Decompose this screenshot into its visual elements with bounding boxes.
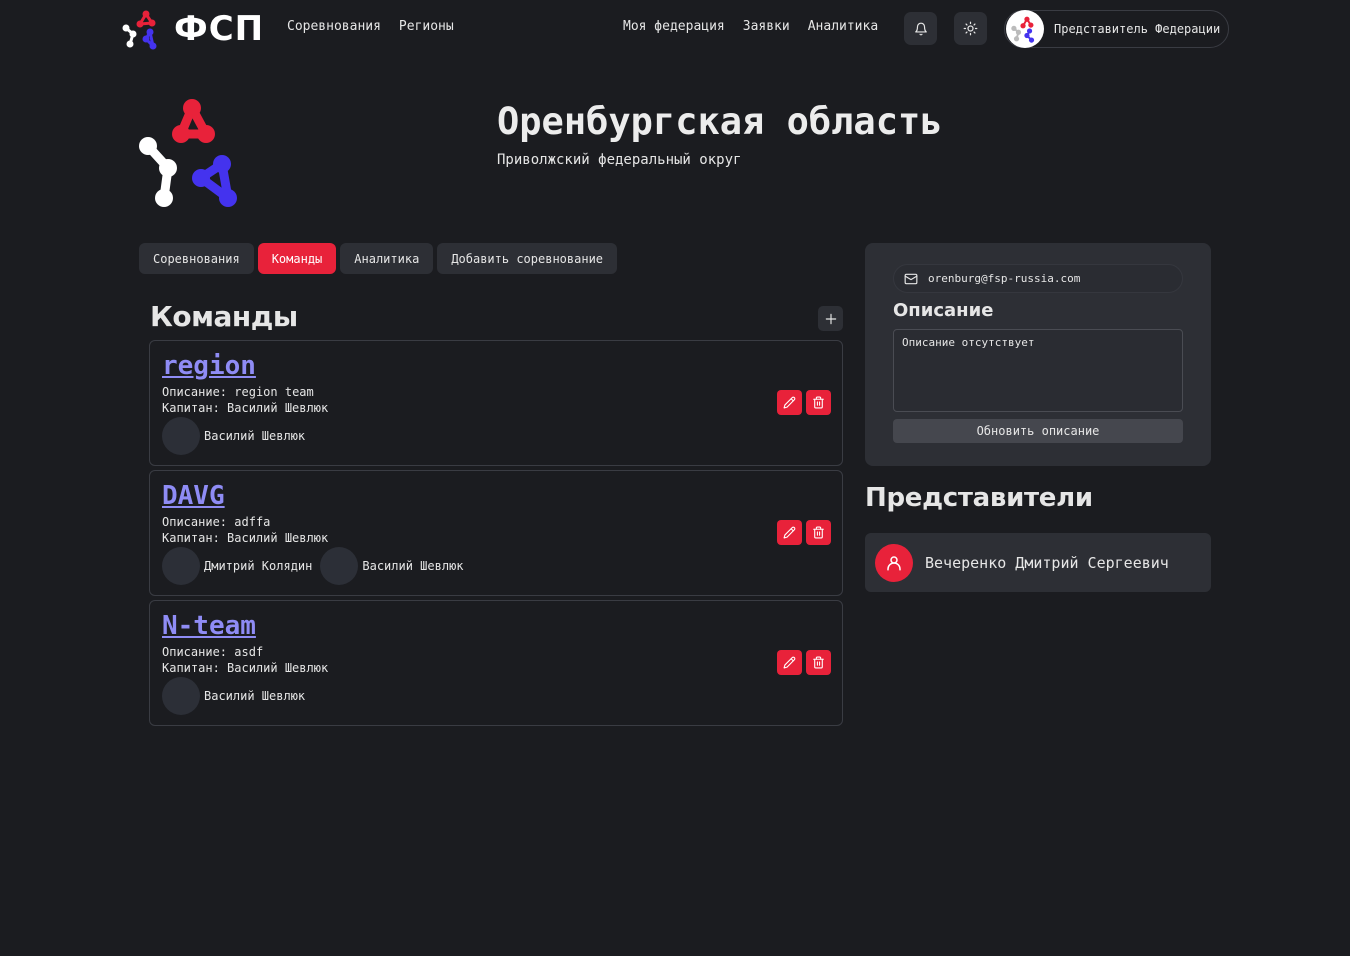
description-textarea[interactable]: Описание отсутствует xyxy=(893,329,1183,412)
pencil-icon xyxy=(783,656,796,669)
tab-add-competition[interactable]: Добавить соревнование xyxy=(437,243,618,274)
team-member[interactable]: Василий Шевлюк xyxy=(162,417,305,455)
tab-competitions[interactable]: Соревнования xyxy=(139,243,254,274)
edit-team-button[interactable] xyxy=(777,520,802,545)
delete-team-button[interactable] xyxy=(806,650,831,675)
team-member[interactable]: Василий Шевлюк xyxy=(320,547,464,585)
team-name-link[interactable]: N-team xyxy=(162,611,256,641)
trash-icon xyxy=(813,396,824,409)
main-nav: Соревнования Регионы xyxy=(287,19,454,34)
brand-home-link[interactable]: ФСП xyxy=(120,6,264,52)
email-address: orenburg@fsp-russia.com xyxy=(928,272,1081,285)
tab-analytics[interactable]: Аналитика xyxy=(340,243,434,274)
delete-team-button[interactable] xyxy=(806,390,831,415)
brand-name: ФСП xyxy=(174,9,265,49)
avatar xyxy=(162,417,200,455)
avatar xyxy=(320,547,359,585)
region-logo-icon xyxy=(139,99,237,207)
nav-link-my-federation[interactable]: Моя федерация xyxy=(623,19,725,34)
team-captain: Капитан: Василий Шевлюк xyxy=(162,531,329,545)
nav-link-regions[interactable]: Регионы xyxy=(399,19,454,34)
update-description-button[interactable]: Обновить описание xyxy=(893,419,1183,443)
trash-icon xyxy=(813,526,824,539)
team-card: region Описание: region team Капитан: Ва… xyxy=(149,340,843,466)
team-description: Описание: asdf xyxy=(162,645,264,659)
region-info-panel: orenburg@fsp-russia.com Описание Описани… xyxy=(865,243,1211,466)
team-card: N-team Описание: asdf Капитан: Василий Ш… xyxy=(149,600,843,726)
mail-icon xyxy=(904,273,918,284)
user-icon xyxy=(887,555,901,570)
avatar xyxy=(162,677,200,715)
email-contact[interactable]: orenburg@fsp-russia.com xyxy=(893,264,1183,293)
description-heading: Описание xyxy=(893,300,994,321)
user-avatar xyxy=(1006,10,1044,48)
pencil-icon xyxy=(783,396,796,409)
nav-link-analytics[interactable]: Аналитика xyxy=(808,19,878,34)
team-name-link[interactable]: region xyxy=(162,351,256,381)
delete-team-button[interactable] xyxy=(806,520,831,545)
plus-icon xyxy=(825,313,836,324)
theme-toggle-button[interactable] xyxy=(954,12,987,45)
member-name: Василий Шевлюк xyxy=(204,429,306,443)
fsp-logo-icon xyxy=(122,10,157,50)
user-profile-menu[interactable]: Представитель Федерации xyxy=(1004,10,1229,48)
region-tabs: Соревнования Команды Аналитика Добавить … xyxy=(139,243,618,274)
region-title: Оренбургская область xyxy=(497,100,943,143)
team-captain: Капитан: Василий Шевлюк xyxy=(162,401,329,415)
notifications-button[interactable] xyxy=(904,12,937,45)
fsp-logo-icon xyxy=(1011,16,1035,43)
team-member[interactable]: Дмитрий Колядин xyxy=(162,547,312,585)
team-name-link[interactable]: DAVG xyxy=(162,481,225,511)
avatar xyxy=(162,547,200,585)
edit-team-button[interactable] xyxy=(777,390,802,415)
representatives-heading: Представители xyxy=(865,483,1093,513)
trash-icon xyxy=(813,656,824,669)
team-member[interactable]: Василий Шевлюк xyxy=(162,677,305,715)
avatar xyxy=(875,543,913,582)
representative-card[interactable]: Вечеренко Дмитрий Сергеевич xyxy=(865,533,1211,592)
user-nav: Моя федерация Заявки Аналитика xyxy=(623,19,878,34)
member-name: Василий Шевлюк xyxy=(362,559,464,573)
tab-teams[interactable]: Команды xyxy=(257,243,337,274)
team-captain: Капитан: Василий Шевлюк xyxy=(162,661,329,675)
team-description: Описание: adffa xyxy=(162,515,271,529)
team-members: Василий Шевлюк xyxy=(162,677,305,715)
team-description: Описание: region team xyxy=(162,385,314,399)
user-role-label: Представитель Федерации xyxy=(1054,22,1221,36)
edit-team-button[interactable] xyxy=(777,650,802,675)
member-name: Василий Шевлюк xyxy=(204,689,306,703)
region-district: Приволжский федеральный округ xyxy=(497,152,742,168)
representative-name: Вечеренко Дмитрий Сергеевич xyxy=(925,553,1169,572)
teams-heading: Команды xyxy=(150,300,298,333)
nav-link-competitions[interactable]: Соревнования xyxy=(287,19,381,34)
team-members: Дмитрий Колядин Василий Шевлюк xyxy=(162,547,464,585)
pencil-icon xyxy=(783,526,796,539)
team-card: DAVG Описание: adffa Капитан: Василий Ше… xyxy=(149,470,843,596)
top-navbar: ФСП Соревнования Регионы Моя федерация З… xyxy=(0,0,1350,56)
bell-icon xyxy=(914,22,927,35)
sun-icon xyxy=(963,21,978,36)
member-name: Дмитрий Колядин xyxy=(204,559,313,573)
nav-link-applications[interactable]: Заявки xyxy=(743,19,790,34)
add-team-button[interactable] xyxy=(818,306,843,331)
team-members: Василий Шевлюк xyxy=(162,417,305,455)
